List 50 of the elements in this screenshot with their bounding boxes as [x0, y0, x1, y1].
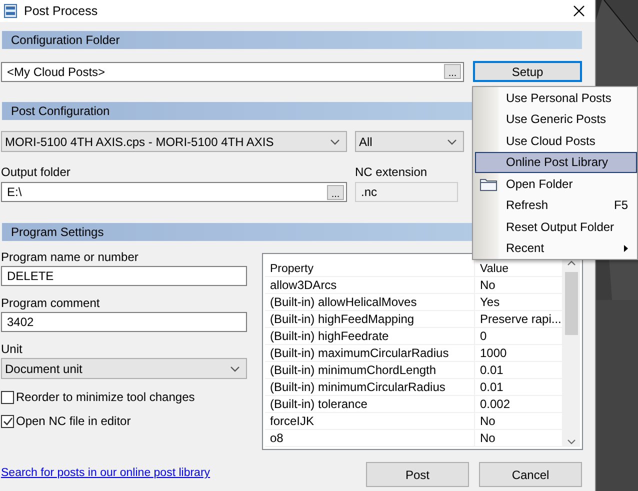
scroll-down-icon[interactable]	[567, 437, 576, 447]
submenu-arrow-icon	[624, 244, 628, 252]
chevron-down-icon	[230, 366, 240, 372]
checkbox[interactable]	[1, 390, 14, 404]
post-dropdown[interactable]: MORI-5100 4TH AXIS.cps - MORI-5100 4TH AXIS	[1, 131, 347, 152]
folder-icon	[480, 178, 497, 191]
field-label: Unit	[1, 342, 24, 356]
folder-field[interactable]: <My Cloud Posts> ...	[1, 62, 464, 82]
setup-button[interactable]: Setup	[473, 61, 582, 82]
text-field[interactable]: 3402	[1, 312, 247, 332]
browse-button[interactable]: ...	[327, 184, 344, 200]
dialog-button[interactable]: Cancel	[479, 462, 582, 487]
browse-button[interactable]: ...	[444, 64, 461, 79]
unit-dropdown[interactable]: Document unit	[1, 358, 247, 379]
table-cell: allow3DArcs	[265, 277, 475, 293]
checkmark-icon	[2, 416, 12, 426]
menu-item[interactable]: Refresh F5	[475, 194, 637, 216]
checkbox[interactable]	[1, 414, 14, 428]
table-cell: forceIJK	[265, 413, 475, 429]
scroll-thumb[interactable]	[565, 272, 578, 335]
menu-item[interactable]: Use Cloud Posts	[475, 130, 637, 152]
output-folder-field[interactable]: E:\ ...	[1, 182, 347, 202]
menu-item[interactable]: Online Post Library	[475, 152, 637, 173]
chevron-down-icon	[330, 138, 340, 144]
section-header: Configuration Folder	[2, 31, 582, 49]
shortcut-label: F5	[614, 198, 628, 212]
online-library-link[interactable]: Search for posts in our online post library	[1, 467, 210, 479]
field-label: Program name or number	[1, 250, 140, 264]
checkbox-label: Open NC file in editor	[16, 414, 131, 428]
table-cell: (Built-in) minimumChordLength	[265, 362, 475, 378]
field-label: Program comment	[1, 296, 101, 310]
dialog-button[interactable]: Post	[366, 462, 469, 487]
table-cell: o8	[265, 430, 475, 446]
window-title: Post Process	[24, 4, 99, 18]
chevron-down-icon	[447, 138, 457, 144]
table-cell: (Built-in) highFeedrate	[265, 328, 475, 344]
table-cell: (Built-in) allowHelicalMoves	[265, 294, 475, 310]
nc-extension-field[interactable]: .nc	[355, 182, 458, 202]
field-label: NC extension	[355, 165, 428, 179]
table-cell: (Built-in) highFeedMapping	[265, 311, 475, 327]
text-field[interactable]: DELETE	[1, 266, 247, 286]
table-cell: (Built-in) tolerance	[265, 396, 475, 412]
table-cell: (Built-in) maximumCircularRadius	[265, 345, 475, 361]
menu-item[interactable]: Open Folder	[475, 173, 637, 194]
close-icon[interactable]	[573, 5, 585, 17]
checkbox-label: Reorder to minimize tool changes	[16, 390, 195, 404]
filter-dropdown[interactable]: All	[355, 131, 464, 152]
field-label: Output folder	[1, 165, 72, 179]
app-icon	[4, 4, 17, 18]
table-cell: (Built-in) minimumCircularRadius	[265, 379, 475, 395]
